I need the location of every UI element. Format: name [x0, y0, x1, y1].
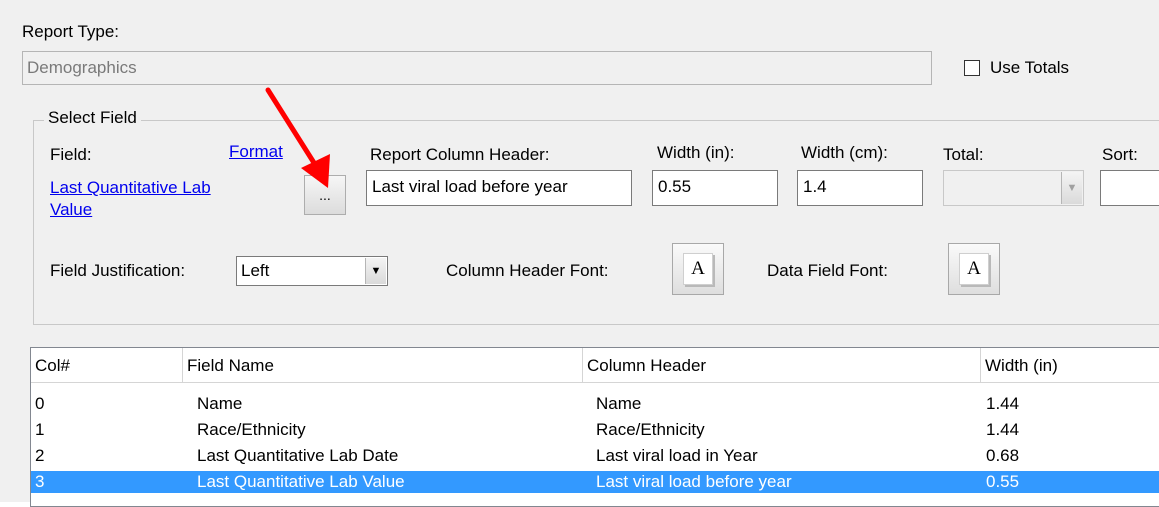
field-link-line2[interactable]: Value — [50, 200, 92, 220]
red-arrow-annotation — [265, 87, 330, 188]
cell-col: 0 — [35, 394, 45, 413]
width-in-label: Width (in): — [657, 143, 735, 162]
table-header: Col# Field Name Column Header Width (in) — [31, 348, 1159, 383]
sort-label: Sort: — [1102, 145, 1138, 164]
report-column-header-input[interactable]: Last viral load before year — [366, 170, 632, 206]
field-justification-label: Field Justification: — [50, 261, 186, 280]
cell-col: 3 — [35, 472, 45, 491]
cell-column-header: Last viral load in Year — [596, 446, 758, 465]
cell-column-header: Name — [596, 394, 642, 413]
report-type-field: Demographics — [22, 51, 932, 85]
data-field-font-button[interactable]: A — [948, 243, 1000, 295]
cell-width: 1.44 — [986, 394, 1020, 413]
report-settings-panel: Report Type: Demographics Use Totals Sel… — [0, 0, 1159, 507]
field-justification-value: Left — [241, 261, 270, 280]
field-justification-select[interactable]: Left ▼ — [236, 256, 388, 286]
column-header-font-label: Column Header Font: — [446, 261, 609, 280]
cell-column-header: Race/Ethnicity — [596, 420, 705, 439]
data-field-font-label: Data Field Font: — [767, 261, 888, 280]
report-type-label: Report Type: — [22, 22, 120, 41]
table-row[interactable]: 0 Name Name 1.44 — [31, 393, 1159, 415]
total-select[interactable]: ▼ — [943, 170, 1084, 206]
cell-field-name: Race/Ethnicity — [197, 420, 306, 439]
cell-width: 1.44 — [986, 420, 1020, 439]
table-row[interactable]: 1 Race/Ethnicity Race/Ethnicity 1.44 — [31, 419, 1159, 441]
cell-column-header: Last viral load before year — [596, 472, 792, 491]
total-label: Total: — [943, 145, 984, 164]
cell-col: 1 — [35, 420, 45, 439]
header-field-name[interactable]: Field Name — [183, 348, 583, 382]
cell-field-name: Last Quantitative Lab Date — [197, 446, 399, 465]
column-header-font-button[interactable]: A — [672, 243, 724, 295]
font-icon: A — [683, 253, 713, 285]
width-cm-label: Width (cm): — [801, 143, 888, 162]
width-in-input[interactable]: 0.55 — [652, 170, 778, 206]
sort-input[interactable] — [1100, 170, 1159, 206]
chevron-down-icon[interactable]: ▼ — [1061, 172, 1082, 204]
cell-col: 2 — [35, 446, 45, 465]
header-width-in[interactable]: Width (in) — [981, 348, 1159, 382]
cell-width: 0.55 — [986, 472, 1020, 491]
table-row[interactable]: 2 Last Quantitative Lab Date Last viral … — [31, 445, 1159, 467]
field-label: Field: — [50, 145, 92, 164]
font-icon: A — [959, 253, 989, 285]
chevron-down-icon[interactable]: ▼ — [365, 258, 386, 284]
cell-field-name: Last Quantitative Lab Value — [197, 472, 405, 491]
header-col-number[interactable]: Col# — [31, 348, 183, 382]
width-cm-input[interactable]: 1.4 — [797, 170, 923, 206]
columns-table[interactable]: Col# Field Name Column Header Width (in)… — [30, 347, 1159, 507]
field-link-line1[interactable]: Last Quantitative Lab — [50, 178, 211, 198]
use-totals-checkbox[interactable] — [964, 60, 980, 76]
cell-field-name: Name — [197, 394, 243, 413]
report-column-header-label: Report Column Header: — [370, 145, 550, 164]
use-totals-label[interactable]: Use Totals — [990, 58, 1069, 78]
header-column-header[interactable]: Column Header — [583, 348, 981, 382]
cell-width: 0.68 — [986, 446, 1020, 465]
table-row-selected[interactable]: 3 Last Quantitative Lab Value Last viral… — [31, 471, 1159, 493]
select-field-group-label: Select Field — [44, 108, 141, 128]
